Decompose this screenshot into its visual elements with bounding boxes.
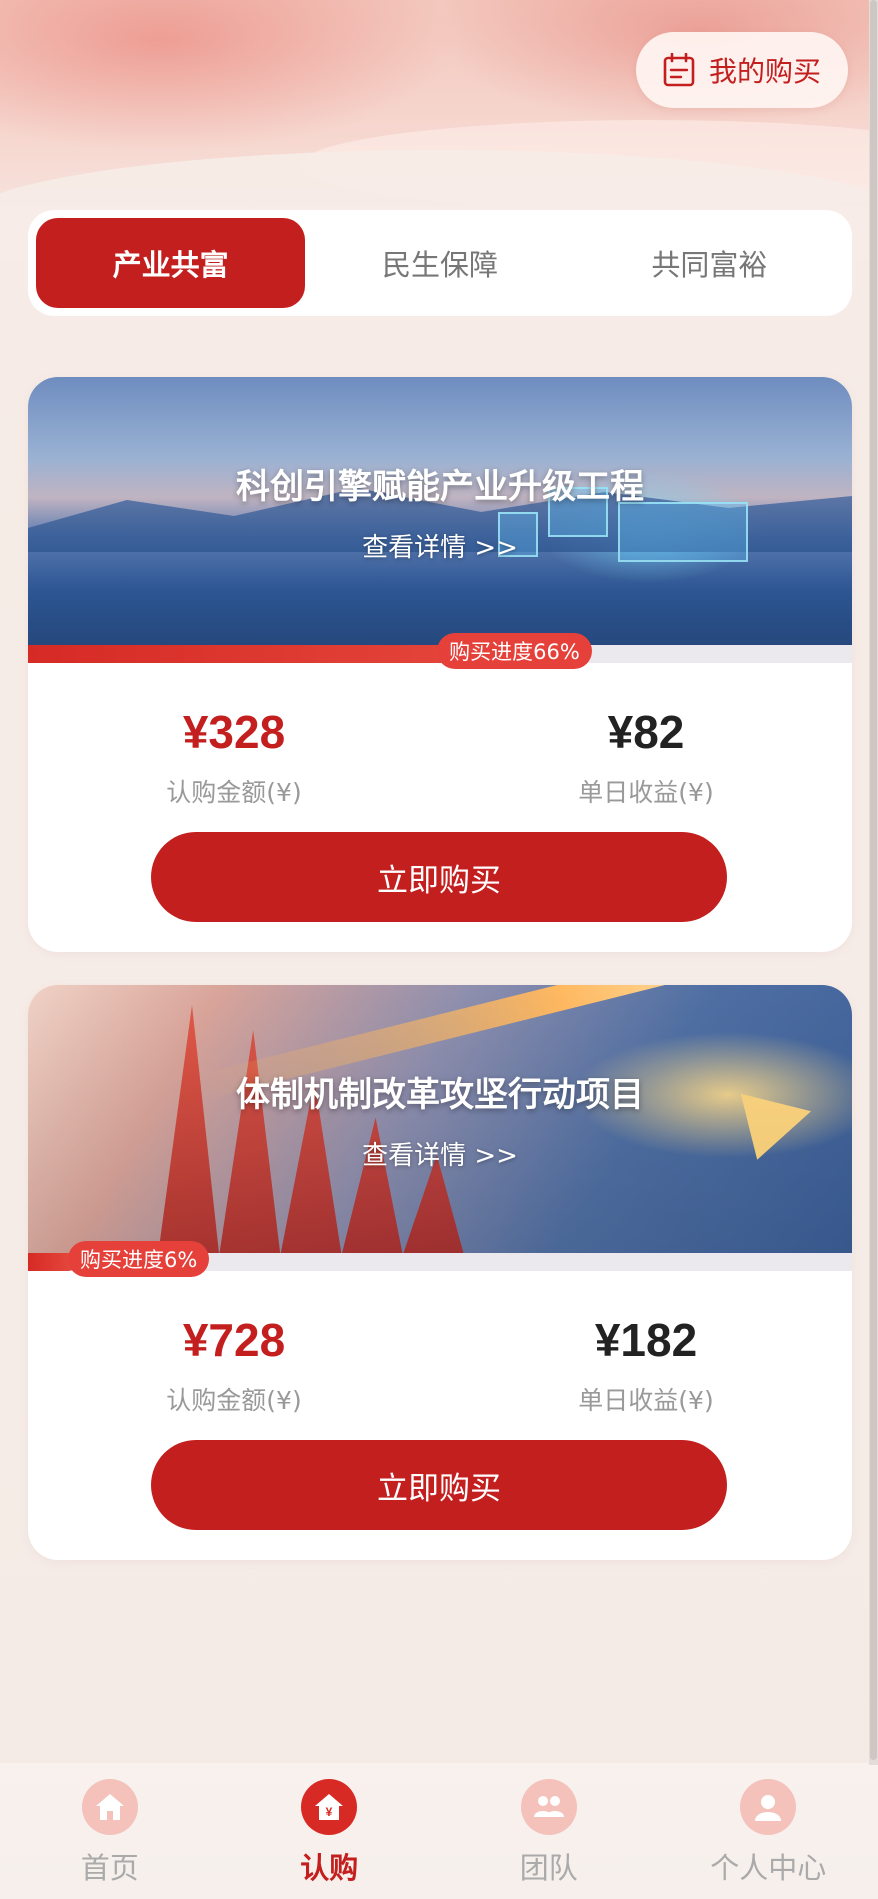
nav-item-team[interactable]: 团队 [439, 1763, 659, 1899]
subscription-amount-value: ¥328 [182, 706, 286, 758]
tab-livelihood-security[interactable]: 民生保障 [305, 218, 574, 308]
subscription-amount-label: 认购金额(¥) [166, 1386, 302, 1415]
product-stats: ¥728 认购金额(¥) ¥182 单日收益(¥) [28, 1271, 852, 1433]
user-icon [740, 1779, 797, 1835]
subscription-amount: ¥728 认购金额(¥) [28, 1271, 440, 1433]
view-details-link[interactable]: 查看详情 >> [28, 1135, 852, 1172]
calendar-list-icon [663, 53, 695, 87]
product-card: 体制机制改革攻坚行动项目 查看详情 >> 购买进度6% ¥728 认购金额(¥)… [28, 985, 852, 1560]
product-banner-image[interactable]: 科创引擎赋能产业升级工程 查看详情 >> [28, 377, 852, 645]
product-title: 体制机制改革攻坚行动项目 [236, 1075, 644, 1115]
tab-industry-prosperity[interactable]: 产业共富 [36, 218, 306, 308]
nav-label-team: 团队 [519, 1851, 578, 1885]
subscription-amount: ¥328 认购金额(¥) [28, 663, 440, 825]
bottom-navigation: 首页 ¥ 认购 团队 个人中心 [0, 1763, 878, 1899]
banner-shade [28, 985, 852, 1253]
nav-item-profile[interactable]: 个人中心 [659, 1763, 878, 1899]
subscription-amount-label: 认购金额(¥) [166, 778, 302, 807]
view-details-link[interactable]: 查看详情 >> [28, 527, 852, 564]
product-banner-image[interactable]: 体制机制改革攻坚行动项目 查看详情 >> [28, 985, 852, 1253]
product-card: 科创引擎赋能产业升级工程 查看详情 >> 购买进度66% ¥328 认购金额(¥… [28, 377, 852, 952]
scrollbar-thumb[interactable] [870, 0, 877, 1760]
my-purchase-button[interactable]: 我的购买 [636, 32, 848, 108]
nav-label-subscribe: 认购 [300, 1851, 359, 1885]
daily-income: ¥182 单日收益(¥) [440, 1271, 852, 1433]
nav-label-profile: 个人中心 [710, 1851, 827, 1885]
nav-label-home: 首页 [80, 1851, 139, 1885]
home-icon [81, 1779, 138, 1835]
daily-income-label: 单日收益(¥) [578, 778, 714, 807]
subscription-amount-value: ¥728 [182, 1314, 286, 1366]
banner-shade [28, 377, 852, 645]
product-title: 科创引擎赋能产业升级工程 [236, 467, 644, 507]
my-purchase-label: 我的购买 [708, 55, 821, 88]
yen-house-icon: ¥ [301, 1779, 358, 1835]
nav-item-subscribe[interactable]: ¥ 认购 [220, 1763, 440, 1899]
daily-income-value: ¥182 [594, 1314, 698, 1366]
buy-now-button[interactable]: 立即购买 [151, 1440, 727, 1530]
purchase-progress-bar: 购买进度6% [28, 1241, 852, 1277]
daily-income: ¥82 单日收益(¥) [440, 663, 852, 825]
category-tabs: 产业共富 民生保障 共同富裕 [28, 210, 852, 316]
product-stats: ¥328 认购金额(¥) ¥82 单日收益(¥) [28, 663, 852, 825]
purchase-progress-bar: 购买进度66% [28, 633, 852, 669]
daily-income-value: ¥82 [607, 706, 685, 758]
nav-item-home[interactable]: 首页 [0, 1763, 220, 1899]
team-icon [520, 1779, 577, 1835]
svg-text:¥: ¥ [326, 1805, 333, 1819]
daily-income-label: 单日收益(¥) [578, 1386, 714, 1415]
buy-now-button[interactable]: 立即购买 [151, 832, 727, 922]
tab-common-prosperity[interactable]: 共同富裕 [575, 218, 844, 308]
